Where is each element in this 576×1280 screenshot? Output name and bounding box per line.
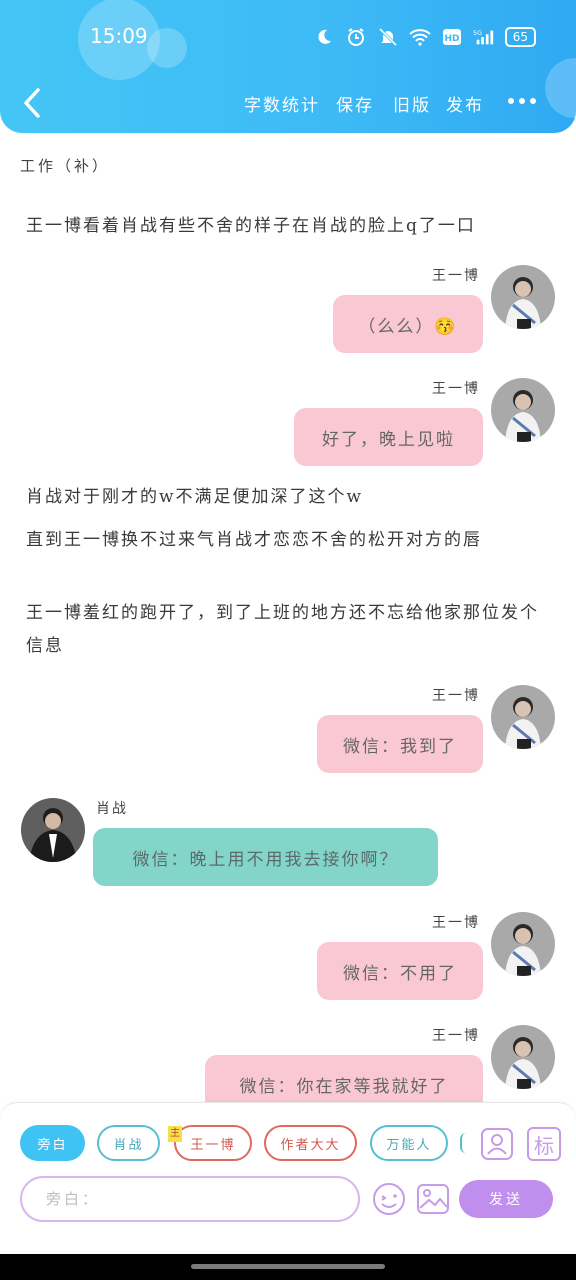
header-bar: 15:09 HD 5G 65 字数统计 保存 旧版 发布 <box>0 0 576 133</box>
chapter-title: 工作（补） <box>20 157 111 175</box>
publish-button[interactable]: 发布 <box>446 91 484 116</box>
main-role-badge: 主 <box>168 1126 182 1142</box>
role-chip-partial[interactable] <box>460 1133 466 1153</box>
alarm-icon <box>345 26 367 48</box>
speaker-name: 王一博 <box>432 1028 480 1044</box>
message-bubble[interactable]: （么么）😚 <box>333 295 483 353</box>
avatar-wang[interactable] <box>491 265 555 329</box>
mute-bell-icon <box>377 26 399 48</box>
svg-text:HD: HD <box>444 34 459 44</box>
signal-5g-icon: 5G <box>473 26 495 48</box>
wifi-icon <box>409 26 431 48</box>
avatar-wang[interactable] <box>491 912 555 976</box>
mark-label: 标 <box>534 1133 554 1158</box>
image-icon <box>417 1184 449 1214</box>
back-button[interactable] <box>18 86 48 120</box>
word-count-button[interactable]: 字数统计 <box>244 91 320 116</box>
status-time: 15:09 <box>90 24 148 48</box>
message-bubble[interactable]: 微信：不用了 <box>317 942 483 1000</box>
send-button[interactable]: 发送 <box>459 1180 553 1218</box>
decor-bubble <box>545 58 576 118</box>
speaker-name: 王一博 <box>432 688 480 704</box>
avatar-wang[interactable] <box>491 378 555 442</box>
hd-icon: HD <box>441 26 463 48</box>
speaker-name: 王一博 <box>432 915 480 931</box>
moon-icon <box>313 26 335 48</box>
narration-text: 王一博羞红的跑开了，到了上班的地方还不忘给他家那位发个信息 <box>26 603 539 656</box>
narration-text: 直到王一博换不过来气肖战才恋恋不舍的松开对方的唇 <box>26 530 482 550</box>
message-input[interactable]: 旁白： <box>20 1176 360 1222</box>
role-chip-xiao[interactable]: 肖战 <box>97 1125 160 1161</box>
speaker-name: 肖战 <box>96 801 128 817</box>
more-options-button[interactable] <box>508 98 536 104</box>
message-bubble[interactable]: 好了，晚上见啦 <box>294 408 483 466</box>
role-chip-universal[interactable]: 万能人 <box>370 1125 448 1161</box>
message-bubble[interactable]: 微信：晚上用不用我去接你啊？ <box>93 828 438 886</box>
speaker-name: 王一博 <box>432 268 480 284</box>
decor-bubble <box>147 28 187 68</box>
narration-text: 肖战对于刚才的w不满足便加深了这个w <box>26 487 364 507</box>
save-button[interactable]: 保存 <box>336 91 374 116</box>
role-manage-button[interactable] <box>480 1127 514 1161</box>
role-chip-narrator[interactable]: 旁白 <box>20 1125 85 1161</box>
message-bubble[interactable]: 微信：我到了 <box>317 715 483 773</box>
mark-button[interactable]: 标 <box>527 1127 561 1161</box>
role-chip-wang[interactable]: 王一博 <box>174 1125 252 1161</box>
person-card-icon <box>481 1128 513 1160</box>
speaker-name: 王一博 <box>432 381 480 397</box>
chevron-left-icon <box>24 88 40 118</box>
svg-text:5G: 5G <box>473 29 482 37</box>
home-indicator[interactable] <box>191 1264 385 1269</box>
role-chip-author[interactable]: 作者大大 <box>264 1125 357 1161</box>
avatar-wang[interactable] <box>491 685 555 749</box>
avatar-xiao[interactable] <box>21 798 85 862</box>
narration-text: 王一博看着肖战有些不舍的样子在肖战的脸上q了一口 <box>26 216 476 236</box>
emoji-button[interactable] <box>372 1182 406 1216</box>
avatar-wang[interactable] <box>491 1025 555 1089</box>
battery-indicator: 65 <box>504 27 536 47</box>
image-button[interactable] <box>416 1182 450 1216</box>
old-version-button[interactable]: 旧版 <box>393 91 431 116</box>
emoji-icon <box>373 1183 405 1215</box>
status-icons: HD 5G 65 <box>313 26 536 48</box>
